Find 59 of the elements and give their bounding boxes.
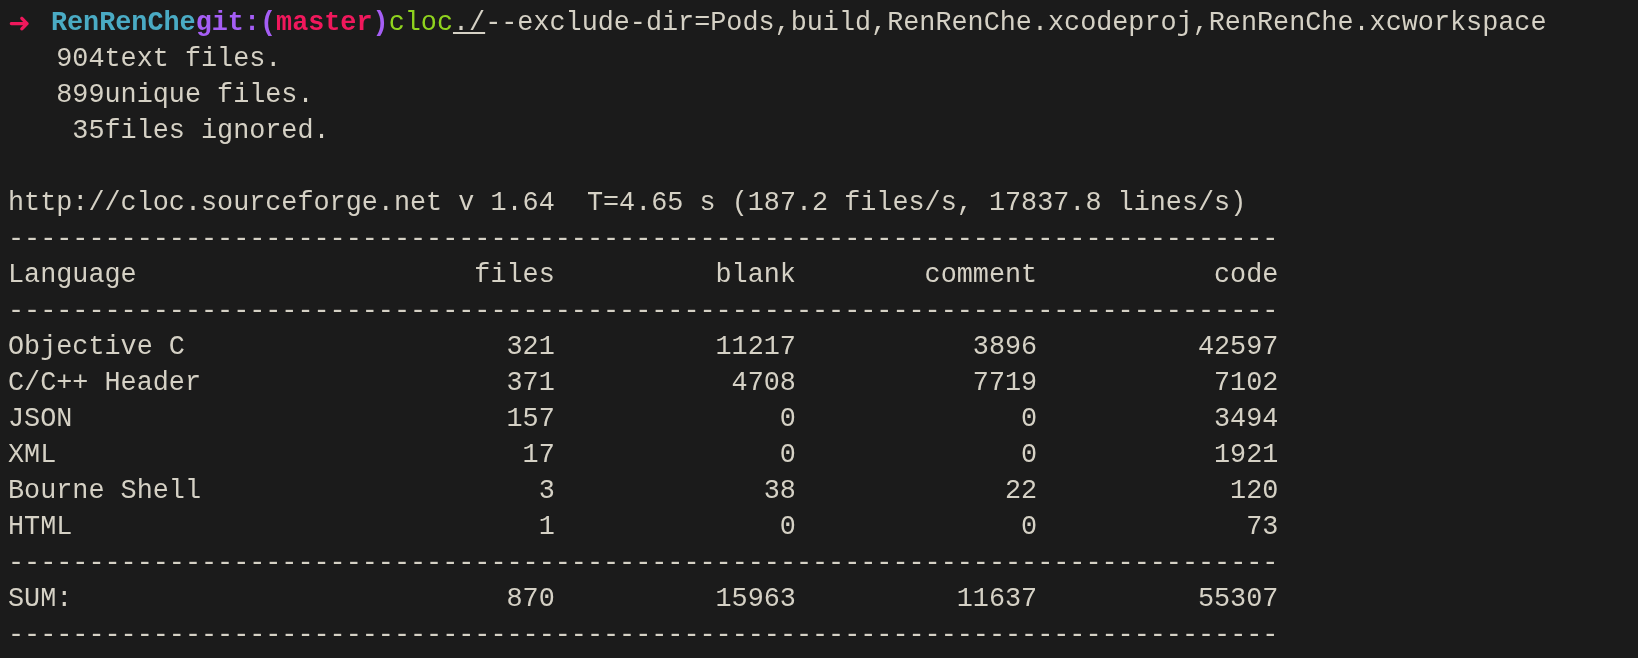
column-header-label: Language bbox=[8, 259, 138, 292]
language-value: 0 bbox=[778, 439, 796, 472]
prompt-arrow: ➜ bbox=[8, 6, 31, 40]
command-path: ./ bbox=[452, 7, 486, 40]
language-value: 3 bbox=[537, 475, 555, 508]
sum-value: 15963 bbox=[714, 583, 796, 616]
language-value: 157 bbox=[505, 403, 555, 436]
language-value: 0 bbox=[1020, 403, 1038, 436]
count-label: files ignored. bbox=[104, 115, 330, 148]
language-value: 3896 bbox=[971, 331, 1038, 364]
language-label: C/C++ Header bbox=[8, 367, 202, 400]
language-value: 42597 bbox=[1196, 331, 1279, 364]
language-value: 11217 bbox=[714, 331, 796, 364]
branch-name: master bbox=[276, 7, 373, 40]
language-value: 22 bbox=[1003, 475, 1038, 508]
language-value: 0 bbox=[778, 403, 796, 436]
language-label: XML bbox=[8, 439, 58, 472]
language-value: 3494 bbox=[1213, 403, 1279, 436]
language-value: 17 bbox=[521, 439, 555, 472]
separator-line: ------------------------------------------------------------------------------- bbox=[8, 295, 1279, 328]
language-value: 321 bbox=[505, 331, 555, 364]
sum-label: SUM: bbox=[8, 583, 74, 616]
language-value: 73 bbox=[1245, 511, 1279, 544]
language-label: JSON bbox=[8, 403, 74, 436]
language-value: 0 bbox=[1020, 439, 1038, 472]
command-name: cloc bbox=[388, 7, 453, 40]
language-value: 0 bbox=[1020, 511, 1038, 544]
git-prefix: git:( bbox=[195, 7, 277, 40]
column-header-value: blank bbox=[714, 259, 796, 292]
language-value: 7102 bbox=[1213, 367, 1279, 400]
sum-value: 11637 bbox=[955, 583, 1038, 616]
file-count: 899 bbox=[55, 79, 105, 112]
language-value: 120 bbox=[1229, 475, 1279, 508]
column-header-value: comment bbox=[923, 259, 1038, 292]
sum-value: 55307 bbox=[1196, 583, 1279, 616]
language-label: HTML bbox=[8, 511, 74, 544]
column-header-value: code bbox=[1213, 259, 1279, 292]
command-arguments: --exclude-dir=Pods,build,RenRenChe.xcodeproj,RenRenChe.xcworkspace bbox=[485, 7, 1547, 40]
directory-name: RenRenChe bbox=[50, 7, 196, 40]
language-value: 1921 bbox=[1213, 439, 1279, 472]
count-label: text files. bbox=[104, 43, 282, 76]
language-value: 38 bbox=[762, 475, 796, 508]
language-label: Bourne Shell bbox=[8, 475, 202, 508]
separator-line: ------------------------------------------------------------------------------- bbox=[8, 619, 1279, 652]
sum-value: 870 bbox=[505, 583, 555, 616]
separator-line: ------------------------------------------------------------------------------- bbox=[8, 547, 1279, 580]
git-suffix: ) bbox=[372, 7, 389, 40]
file-count: 904 bbox=[55, 43, 105, 76]
version-timing-line: http://cloc.sourceforge.net v 1.64 T=4.65 s (187.2 files/s, 17837.8 lines/s) bbox=[8, 187, 1247, 220]
language-value: 0 bbox=[778, 511, 796, 544]
count-label: unique files. bbox=[104, 79, 314, 112]
column-header-value: files bbox=[473, 259, 555, 292]
language-value: 4708 bbox=[730, 367, 796, 400]
file-count: 35 bbox=[71, 115, 105, 148]
language-value: 371 bbox=[505, 367, 555, 400]
language-label: Objective C bbox=[8, 331, 186, 364]
language-value: 1 bbox=[537, 511, 555, 544]
separator-line: ------------------------------------------------------------------------------- bbox=[8, 223, 1279, 256]
language-value: 7719 bbox=[971, 367, 1038, 400]
